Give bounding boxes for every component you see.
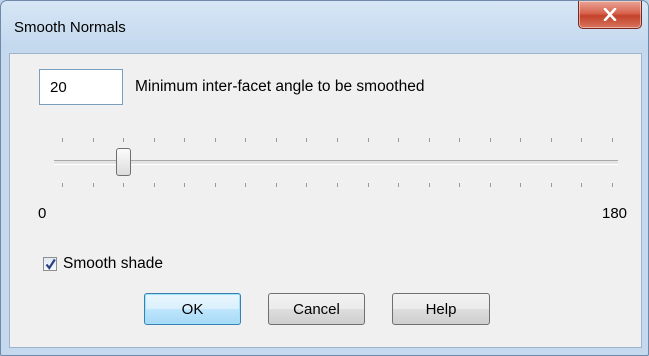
checkmark-icon [45,258,56,270]
close-button[interactable] [578,1,642,29]
slider-tick [276,183,277,187]
smooth-shade-label[interactable]: Smooth shade [63,255,163,273]
slider-tick [459,183,460,187]
slider-tick [429,183,430,187]
slider-tick [93,138,94,142]
slider-max-label: 180 [602,205,628,222]
slider-tick [581,183,582,187]
slider-tick [398,138,399,142]
slider-tick [520,183,521,187]
slider-tick [62,138,63,142]
slider-tick [612,138,613,142]
slider-tick [459,138,460,142]
dialog-body: Minimum inter-facet angle to be smoothed… [9,53,642,348]
slider-tick [245,183,246,187]
dialog-window: Smooth Normals Minimum inter-facet angle… [0,0,649,356]
slider-tick [551,183,552,187]
slider-tick [520,138,521,142]
slider-tick [490,138,491,142]
cancel-button[interactable]: Cancel [268,293,365,325]
slider-tick [184,183,185,187]
slider-tick [276,138,277,142]
slider-tick [62,183,63,187]
help-button[interactable]: Help [392,293,490,325]
slider-tick [337,138,338,142]
slider-tick [429,138,430,142]
slider-tick [184,138,185,142]
slider-tick [306,138,307,142]
slider-tick [154,138,155,142]
slider-tick [490,183,491,187]
slider-tick [612,183,613,187]
angle-input-label: Minimum inter-facet angle to be smoothed [135,78,425,95]
slider-tick [154,183,155,187]
window-title: Smooth Normals [14,19,126,36]
slider-tick [368,138,369,142]
slider-tick [306,183,307,187]
slider-tick [398,183,399,187]
ok-button[interactable]: OK [144,293,241,325]
slider-tick [215,183,216,187]
slider-tick [93,183,94,187]
slider-tick [337,183,338,187]
slider-thumb[interactable] [116,148,131,176]
slider-min-label: 0 [38,205,47,222]
slider-track[interactable] [54,160,618,165]
slider-tick [368,183,369,187]
angle-input[interactable] [39,69,123,105]
slider-tick [215,138,216,142]
slider-tick [123,138,124,142]
smooth-shade-checkbox[interactable] [43,257,57,271]
slider-tick [551,138,552,142]
slider-tick [123,183,124,187]
slider-tick [245,138,246,142]
slider-tick [581,138,582,142]
close-icon [603,8,617,21]
